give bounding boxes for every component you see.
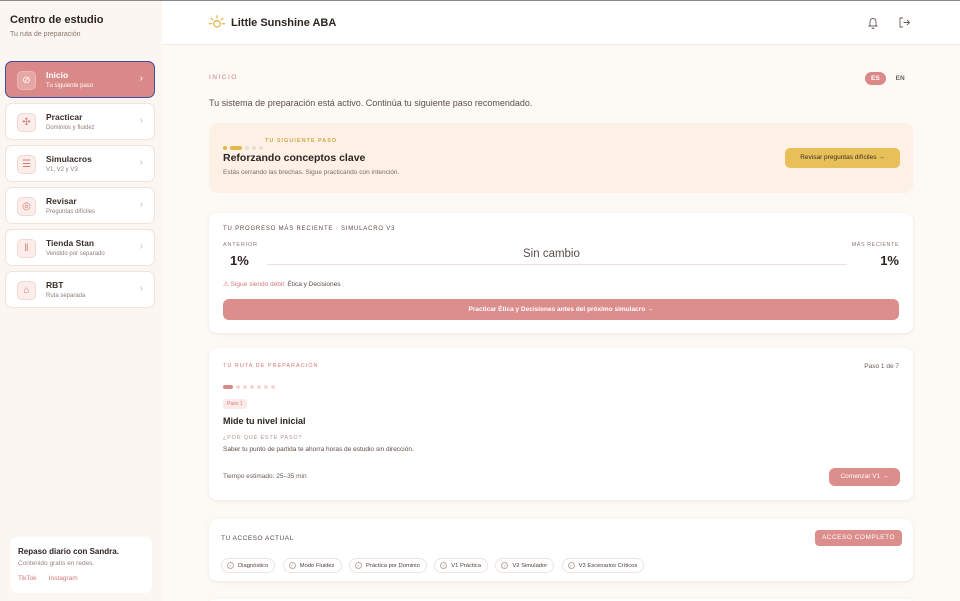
bell-icon[interactable]	[867, 16, 879, 29]
step-badge: Paso 1	[223, 399, 247, 409]
promo-title: Repaso diario con Sandra.	[18, 547, 119, 556]
progress-eyebrow: TU PROGRESO MÁS RECIENTE · SIMULACRO V3	[223, 226, 396, 232]
books-icon: ‖	[17, 239, 36, 258]
promo-links: TikTok · Instagram	[18, 575, 78, 582]
sidebar-item-sub: Tu siguiente paso	[46, 83, 94, 89]
sun-icon	[208, 15, 226, 28]
chevron-right-icon: ›	[139, 115, 143, 126]
step-counter: Paso 1 de 7	[864, 363, 899, 370]
target-icon: ◎	[17, 197, 36, 216]
weak-area: ⚠ Sigue siendo débil: Ética y Decisiones	[223, 280, 340, 288]
why-text: Saber tu punto de partida te ahorra hora…	[223, 446, 414, 453]
review-hard-questions-button[interactable]: Revisar preguntas difíciles →	[785, 148, 900, 168]
recent-label: MÁS RECIENTE	[851, 242, 899, 248]
start-v1-button[interactable]: Comenzar V1 →	[829, 468, 900, 486]
check-icon: ✓	[288, 561, 296, 569]
check-icon: ✓	[355, 561, 363, 569]
check-icon: ✓	[567, 561, 575, 569]
sidebar-item-sub: Dominios y fluidez	[46, 125, 95, 131]
previous-value: 1%	[230, 253, 249, 268]
weak-area-value: Ética y Decisiones	[287, 281, 341, 288]
graduation-cap-icon: ⌂	[17, 281, 36, 300]
breadcrumb: INICIO	[209, 74, 238, 81]
access-eyebrow: TU ACCESO ACTUAL	[221, 535, 294, 542]
top-bar: Little Sunshine ABA	[162, 1, 960, 45]
sidebar-item-label: Simulacros	[46, 154, 92, 164]
link-separator: ·	[41, 575, 44, 582]
route-eyebrow: TU RUTA DE PREPARACIÓN	[223, 363, 319, 369]
sidebar-item-practicar[interactable]: ✣ Practicar Dominios y fluidez ›	[5, 103, 155, 140]
access-chip: ✓ V3 Escenarios Críticos	[561, 557, 645, 573]
next-step-desc: Estás cerrando las brechas. Sigue practi…	[223, 169, 400, 176]
route-card: TU RUTA DE PREPARACIÓN Paso 1 de 7 Paso …	[209, 348, 913, 500]
sidebar-item-sub: Vendido por separado	[46, 251, 105, 257]
language-switcher: ES EN	[865, 72, 911, 85]
compass-icon: ⊘	[17, 71, 36, 90]
tiktok-link[interactable]: TikTok	[18, 575, 37, 582]
progress-dots	[223, 139, 266, 150]
logout-icon[interactable]	[898, 16, 911, 29]
next-step-eyebrow: TU SIGUIENTE PASO	[265, 138, 338, 144]
practice-weak-area-button[interactable]: Practicar Ética y Decisiones antes del p…	[223, 299, 899, 320]
sidebar-item-rbt[interactable]: ⌂ RBT Ruta separada ›	[5, 271, 155, 308]
access-chips: ✓ Diagnóstico ✓ Modo Fluidez ✓ Práctica por…	[221, 554, 647, 573]
weak-area-label: ⚠ Sigue siendo débil:	[223, 281, 286, 288]
sidebar-item-label: RBT	[46, 280, 64, 290]
recent-value: 1%	[880, 253, 899, 268]
sidebar-item-revisar[interactable]: ◎ Revisar Preguntas difíciles ›	[5, 187, 155, 224]
access-chip: ✓ Práctica por Dominio	[349, 557, 427, 573]
access-chip: ✓ V2 Simulador	[495, 557, 555, 573]
progress-card: TU PROGRESO MÁS RECIENTE · SIMULACRO V3 …	[209, 213, 913, 333]
page-lead: Tu sistema de preparación está activo. C…	[209, 98, 533, 108]
instagram-link[interactable]: Instagram	[49, 575, 78, 582]
sidebar-item-inicio[interactable]: ⊘ Inicio Tu siguiente paso ›	[5, 61, 155, 98]
sidebar-item-sub: Ruta separada	[46, 293, 86, 299]
sidebar-item-tienda-stan[interactable]: ‖ Tienda Stan Vendido por separado ›	[5, 229, 155, 266]
sidebar-title: Centro de estudio	[10, 14, 104, 26]
promo-text: Contenido gratis en redes.	[18, 560, 95, 567]
sidebar-item-label: Tienda Stan	[46, 238, 95, 248]
progress-divider	[267, 264, 847, 265]
next-step-title: Reforzando conceptos clave	[223, 152, 366, 164]
main-content: INICIO ES EN Tu sistema de preparación es…	[162, 45, 960, 601]
sidebar-item-sub: V1, V2 y V3	[46, 167, 78, 173]
change-status: Sin cambio	[523, 248, 580, 260]
access-card: TU ACCESO ACTUAL ACCESO COMPLETO ✓ Diagnó…	[209, 519, 913, 581]
sidebar-item-label: Inicio	[46, 70, 69, 80]
step-title: Mide tu nivel inicial	[223, 416, 306, 426]
chevron-right-icon: ›	[139, 157, 143, 168]
check-icon: ✓	[501, 561, 509, 569]
next-step-card: TU SIGUIENTE PASO Reforzando conceptos c…	[209, 123, 913, 193]
promo-card: Repaso diario con Sandra. Contenido grat…	[10, 537, 152, 593]
sidebar: Centro de estudio Tu ruta de preparación…	[0, 1, 162, 601]
estimated-time: Tiempo estimado: 25–35 min	[223, 473, 307, 480]
why-label: ¿POR QUÉ ESTE PASO?	[223, 435, 303, 441]
sidebar-item-sub: Preguntas difíciles	[46, 209, 96, 215]
full-access-badge: ACCESO COMPLETO	[815, 530, 902, 546]
chevron-right-icon: ›	[139, 241, 143, 252]
lang-es-button[interactable]: ES	[865, 72, 886, 85]
puzzle-icon: ✣	[17, 113, 36, 132]
sidebar-item-label: Revisar	[46, 196, 77, 206]
scroll-icon: ☰	[17, 155, 36, 174]
access-chip: ✓ V1 Práctica	[434, 557, 488, 573]
access-chip: ✓ Diagnóstico	[221, 557, 276, 573]
previous-label: ANTERIOR	[223, 242, 258, 248]
access-chip: ✓ Modo Fluidez	[282, 557, 342, 573]
sidebar-subtitle: Tu ruta de preparación	[10, 31, 81, 38]
brand-name: Little Sunshine ABA	[231, 17, 337, 29]
check-icon: ✓	[440, 561, 448, 569]
lang-en-button[interactable]: EN	[890, 72, 911, 85]
route-progress-dots	[223, 378, 278, 396]
chevron-right-icon: ›	[139, 199, 143, 210]
chevron-right-icon: ›	[139, 73, 143, 84]
sidebar-item-label: Practicar	[46, 112, 83, 122]
chevron-right-icon: ›	[139, 283, 143, 294]
sidebar-item-simulacros[interactable]: ☰ Simulacros V1, V2 y V3 ›	[5, 145, 155, 182]
check-icon: ✓	[227, 561, 234, 569]
